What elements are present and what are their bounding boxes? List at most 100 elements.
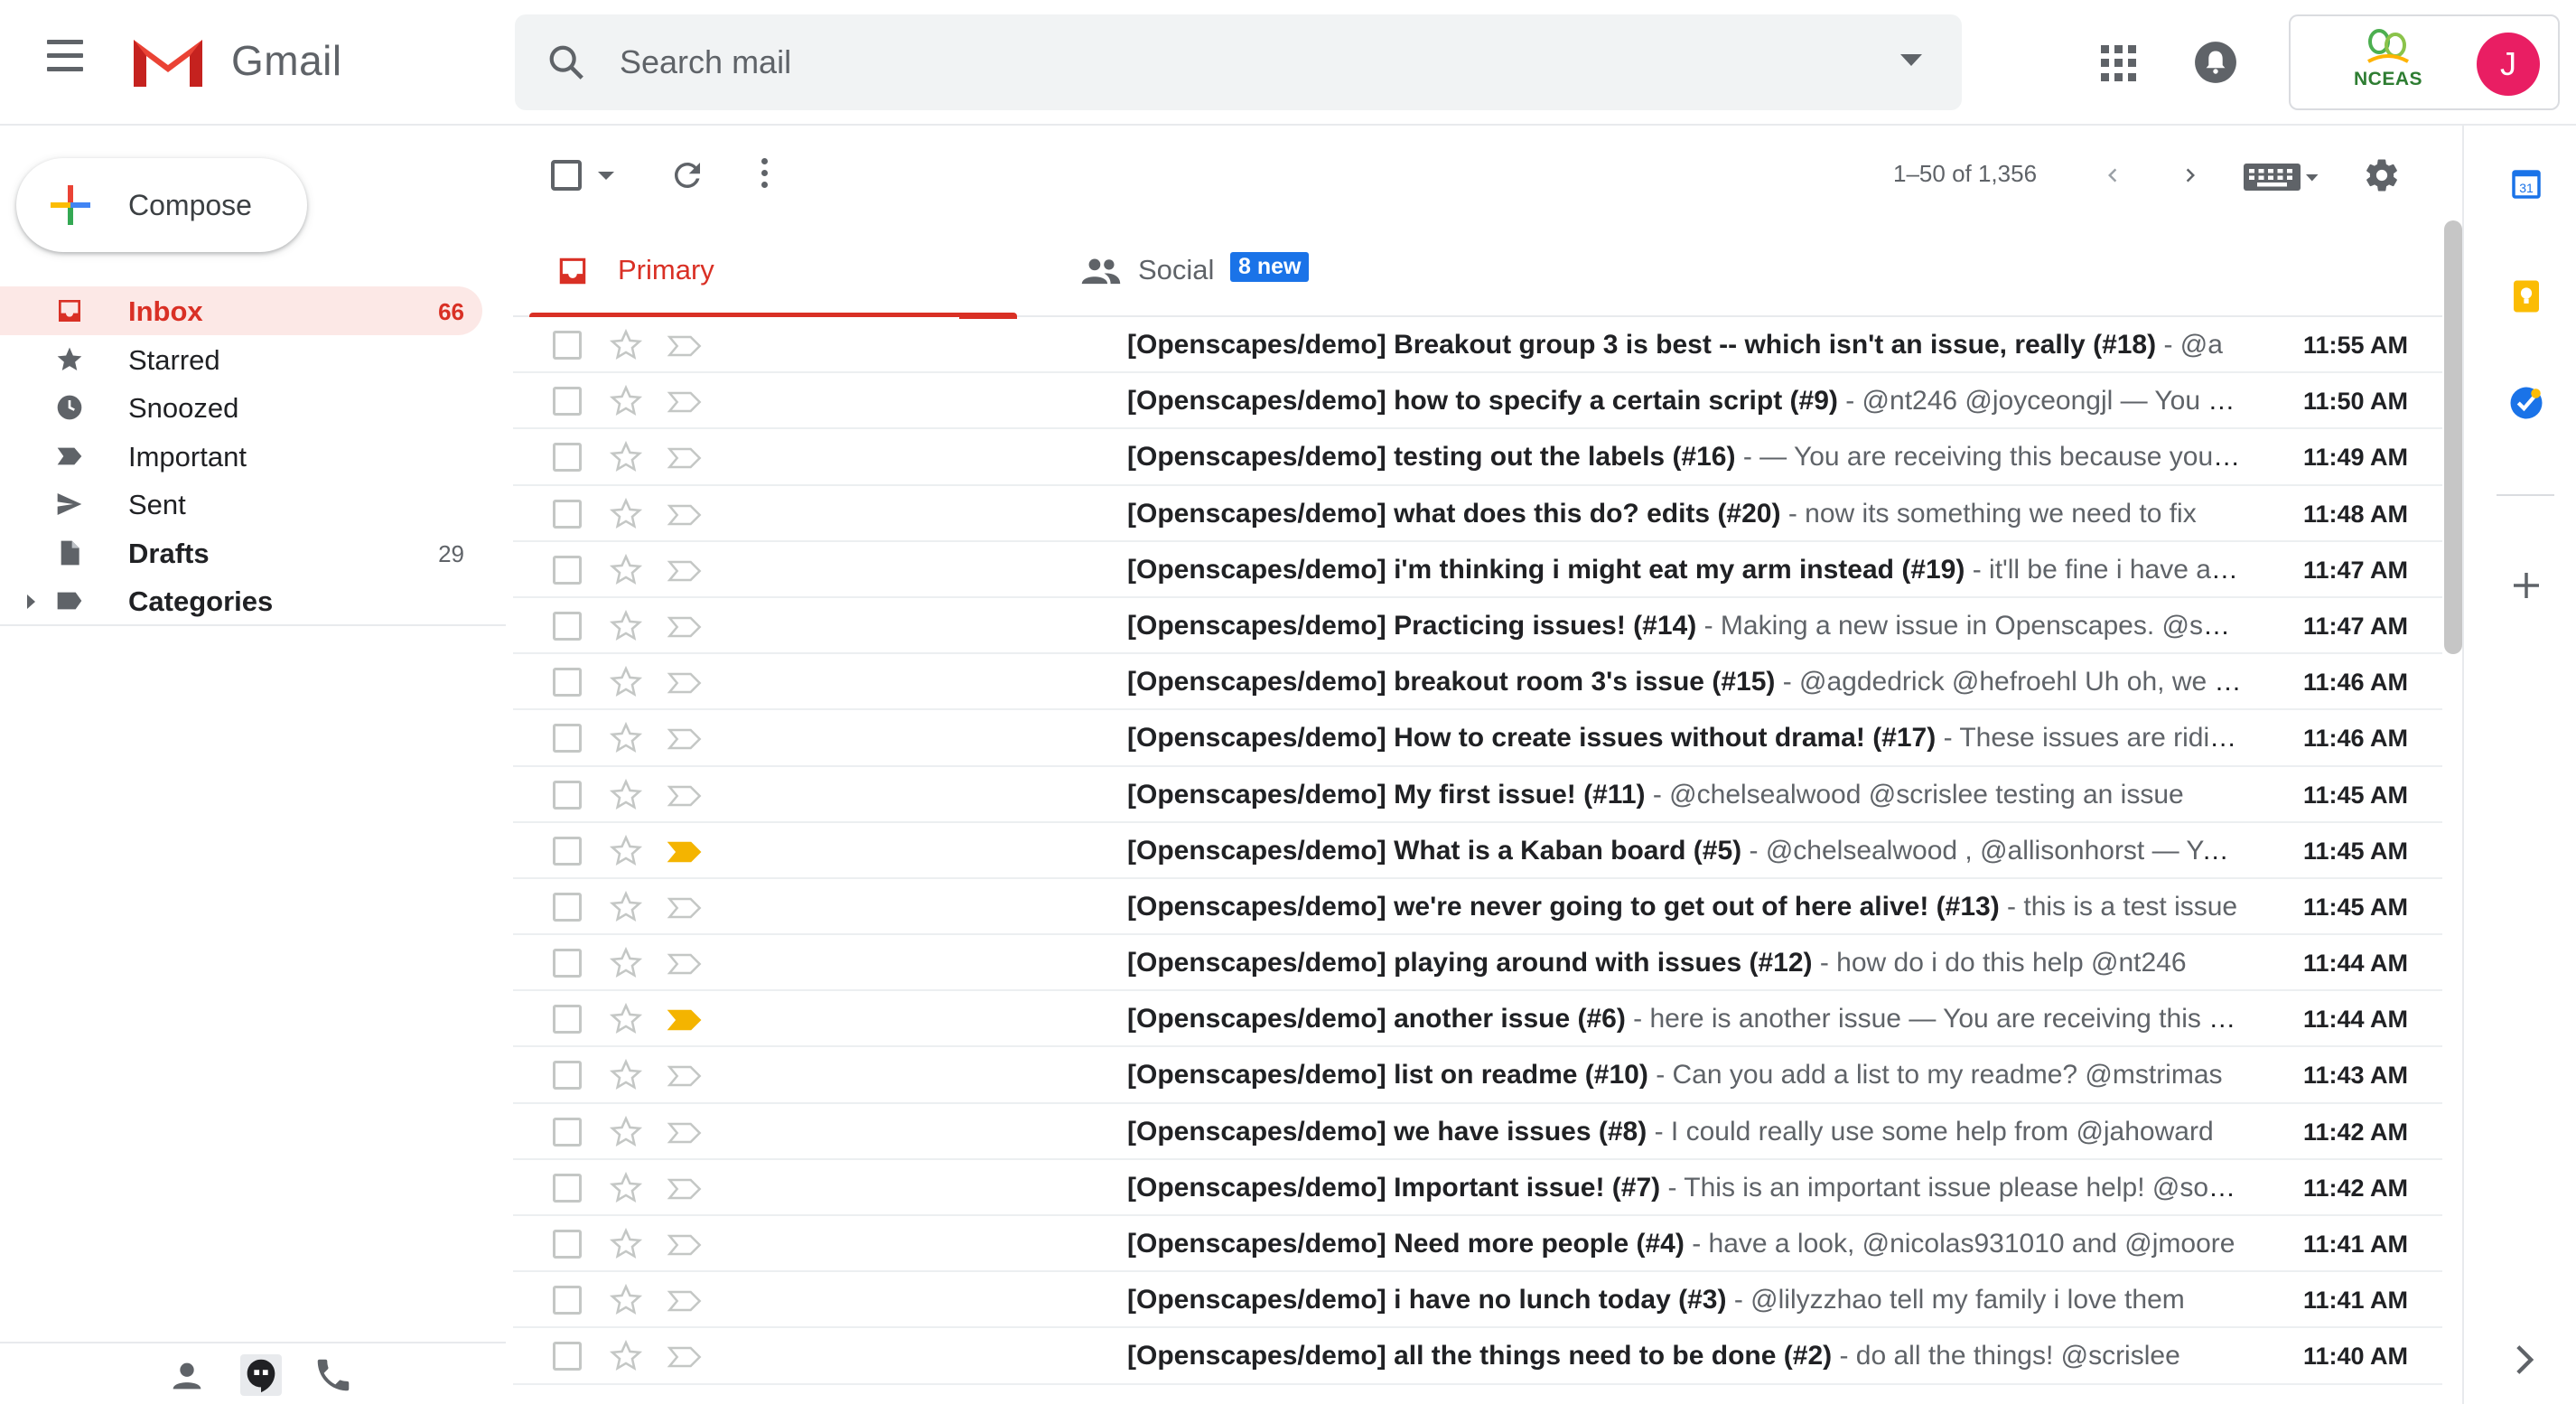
chevron-right-icon[interactable] (2515, 1343, 2534, 1376)
star-icon[interactable] (608, 1058, 644, 1092)
star-icon[interactable] (608, 778, 644, 812)
important-marker-icon[interactable] (667, 951, 703, 977)
row-checkbox[interactable] (553, 836, 582, 866)
star-icon[interactable] (608, 497, 644, 531)
star-icon[interactable] (608, 440, 644, 474)
expand-arrow-icon[interactable] (27, 594, 35, 609)
add-icon[interactable] (2507, 566, 2545, 604)
important-marker-icon[interactable] (667, 783, 703, 809)
row-checkbox[interactable] (553, 443, 582, 473)
table-row[interactable]: [Openscapes/demo] how to specify a certa… (513, 373, 2442, 430)
important-marker-icon[interactable] (667, 670, 703, 696)
table-row[interactable]: [Openscapes/demo] i'm thinking i might e… (513, 541, 2442, 598)
search-input[interactable] (620, 38, 1794, 87)
sidebar-item-snoozed[interactable]: Snoozed (0, 383, 482, 432)
select-options-caret-icon[interactable] (598, 172, 614, 180)
next-page-icon[interactable] (2177, 160, 2204, 191)
row-checkbox[interactable] (553, 611, 582, 641)
table-row[interactable]: [Openscapes/demo] testing out the labels… (513, 429, 2442, 486)
important-marker-icon[interactable] (667, 1288, 703, 1314)
star-icon[interactable] (608, 834, 644, 868)
row-checkbox[interactable] (553, 1173, 582, 1203)
star-icon[interactable] (608, 384, 644, 418)
table-row[interactable]: [Openscapes/demo] all the things need to… (513, 1328, 2442, 1385)
sidebar-item-inbox[interactable]: Inbox 66 (0, 286, 482, 335)
star-icon[interactable] (608, 609, 644, 643)
table-row[interactable]: [Openscapes/demo] what does this do? edi… (513, 485, 2442, 542)
star-icon[interactable] (608, 1339, 644, 1373)
row-checkbox[interactable] (553, 949, 582, 978)
important-marker-icon[interactable] (667, 1007, 703, 1033)
row-checkbox[interactable] (553, 1286, 582, 1315)
select-all-checkbox[interactable] (551, 160, 582, 191)
keyboard-icon[interactable] (2244, 164, 2319, 191)
row-checkbox[interactable] (553, 387, 582, 417)
star-icon[interactable] (608, 721, 644, 755)
search-bar[interactable] (515, 14, 1962, 110)
star-icon[interactable] (608, 1283, 644, 1317)
row-checkbox[interactable] (553, 1005, 582, 1034)
important-marker-icon[interactable] (667, 1176, 703, 1202)
table-row[interactable]: [Openscapes/demo] My first issue! (#11) … (513, 766, 2442, 823)
table-row[interactable]: [Openscapes/demo] another issue (#6) - h… (513, 991, 2442, 1048)
calendar-icon[interactable]: 31 (2507, 165, 2545, 203)
row-checkbox[interactable] (553, 555, 582, 585)
settings-icon[interactable] (2363, 156, 2401, 194)
row-checkbox[interactable] (553, 1342, 582, 1371)
important-marker-icon[interactable] (667, 445, 703, 471)
phone-icon[interactable] (313, 1354, 354, 1396)
search-icon[interactable] (546, 42, 587, 83)
table-row[interactable]: [Openscapes/demo] list on readme (#10) -… (513, 1047, 2442, 1104)
notifications-bell-icon[interactable] (2193, 40, 2238, 85)
important-marker-icon[interactable] (667, 726, 703, 752)
keep-icon[interactable] (2507, 277, 2545, 315)
important-marker-icon[interactable] (667, 1232, 703, 1258)
tab-primary[interactable]: Primary (529, 223, 1021, 319)
star-icon[interactable] (608, 1115, 644, 1149)
star-icon[interactable] (608, 328, 644, 362)
star-icon[interactable] (608, 1002, 644, 1036)
important-marker-icon[interactable] (667, 1120, 703, 1146)
table-row[interactable]: [Openscapes/demo] Need more people (#4) … (513, 1216, 2442, 1273)
table-row[interactable]: [Openscapes/demo] playing around with is… (513, 935, 2442, 992)
tasks-icon[interactable] (2507, 384, 2545, 422)
important-marker-icon[interactable] (667, 333, 703, 359)
row-checkbox[interactable] (553, 499, 582, 529)
row-checkbox[interactable] (553, 724, 582, 753)
star-icon[interactable] (608, 553, 644, 587)
sidebar-item-starred[interactable]: Starred (0, 335, 482, 384)
row-checkbox[interactable] (553, 331, 582, 360)
star-icon[interactable] (608, 665, 644, 699)
sidebar-item-important[interactable]: Important (0, 432, 482, 481)
important-marker-icon[interactable] (667, 389, 703, 415)
avatar[interactable]: J (2477, 33, 2540, 96)
important-marker-icon[interactable] (667, 839, 703, 865)
tab-social[interactable]: Social 8 new (1050, 223, 1541, 317)
person-icon[interactable] (166, 1354, 208, 1396)
row-checkbox[interactable] (553, 892, 582, 922)
table-row[interactable]: [Openscapes/demo] we're never going to g… (513, 878, 2442, 936)
row-checkbox[interactable] (553, 1230, 582, 1259)
refresh-icon[interactable] (668, 156, 706, 194)
star-icon[interactable] (608, 946, 644, 980)
search-options-caret-icon[interactable] (1900, 54, 1922, 66)
important-marker-icon[interactable] (667, 502, 703, 528)
scrollbar-thumb[interactable] (2444, 220, 2462, 654)
table-row[interactable]: [Openscapes/demo] Breakout group 3 is be… (513, 317, 2442, 374)
star-icon[interactable] (608, 1227, 644, 1261)
account-area[interactable]: NCEAS J (2289, 14, 2560, 110)
menu-icon[interactable] (47, 40, 98, 85)
important-marker-icon[interactable] (667, 558, 703, 584)
sidebar-item-categories[interactable]: Categories (0, 576, 482, 625)
table-row[interactable]: [Openscapes/demo] we have issues (#8) - … (513, 1103, 2442, 1160)
table-row[interactable]: [Openscapes/demo] How to create issues w… (513, 710, 2442, 767)
row-checkbox[interactable] (553, 668, 582, 697)
row-checkbox[interactable] (553, 1117, 582, 1147)
apps-grid-icon[interactable] (2101, 45, 2137, 81)
table-row[interactable]: [Openscapes/demo] i have no lunch today … (513, 1272, 2442, 1329)
important-marker-icon[interactable] (667, 895, 703, 921)
row-checkbox[interactable] (553, 780, 582, 810)
table-row[interactable]: [Openscapes/demo] What is a Kaban board … (513, 822, 2442, 879)
prev-page-icon[interactable] (2099, 160, 2126, 191)
gmail-m-logo[interactable] (130, 33, 206, 90)
